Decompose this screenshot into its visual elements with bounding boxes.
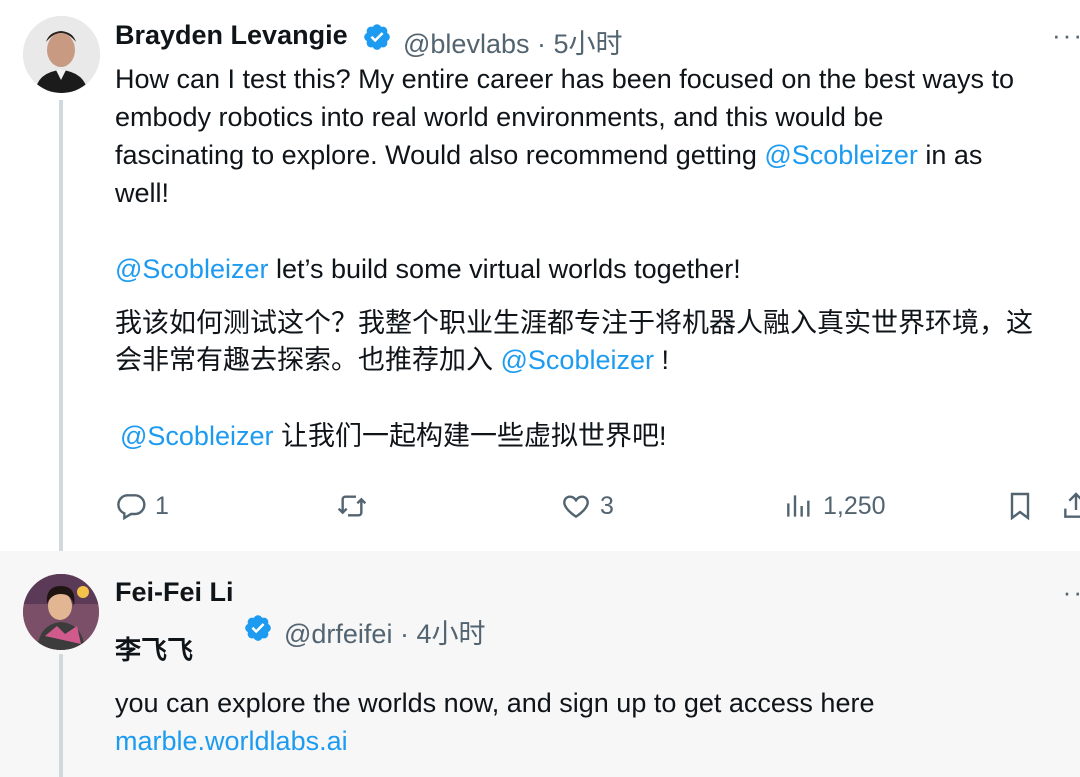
retweet-icon — [337, 495, 367, 517]
avatar[interactable] — [23, 16, 100, 93]
more-icon[interactable]: ··· — [1052, 20, 1080, 51]
tweet-feifei[interactable]: Fei-Fei Li 李飞飞 @drfeifei · 4小时 ·· you ca… — [0, 551, 1080, 777]
views-button[interactable]: 1,250 — [783, 490, 886, 522]
reply-button[interactable]: 1 — [115, 490, 169, 522]
translation-line: @Scobleizer 让我们一起构建一些虚拟世界吧! — [120, 421, 667, 451]
bookmark-icon — [1010, 492, 1030, 521]
external-link[interactable]: marble.worldlabs.ai — [115, 722, 348, 760]
mention-link[interactable]: @Scobleizer — [115, 254, 268, 284]
tweet-text-line: well! — [115, 178, 170, 208]
author-name-chinese[interactable]: 李飞飞 — [115, 630, 193, 667]
avatar[interactable] — [23, 574, 99, 650]
action-bar: 1 3 1,250 — [0, 490, 1080, 534]
handle[interactable]: @blevlabs — [403, 29, 529, 59]
retweet-button[interactable] — [336, 490, 376, 522]
more-icon[interactable]: ·· — [1063, 577, 1080, 608]
bookmark-button[interactable] — [1004, 490, 1036, 522]
mention-link[interactable]: @Scobleizer — [501, 345, 654, 375]
mention-link[interactable]: @Scobleizer — [764, 140, 917, 170]
tweet-text-line: How can I test this? My entire career ha… — [115, 64, 1014, 94]
view-count: 1,250 — [823, 491, 886, 520]
share-button[interactable] — [1060, 490, 1080, 522]
handle-time[interactable]: @drfeifei · 4小时 — [284, 612, 485, 651]
views-icon — [787, 495, 810, 517]
translation-line: 会非常有趣去探索。也推荐加入 @Scobleizer ! — [115, 345, 670, 375]
share-icon — [1064, 492, 1080, 518]
author-name[interactable]: Brayden Levangie — [115, 20, 348, 51]
verified-badge-icon — [245, 615, 271, 641]
thread-line — [59, 654, 63, 777]
like-count: 3 — [600, 491, 614, 520]
tweet-brayden[interactable]: Brayden Levangie @blevlabs · 5小时 ··· How… — [0, 0, 1080, 551]
reply-icon — [117, 494, 146, 521]
like-button[interactable]: 3 — [560, 490, 614, 522]
tweet-text-line: you can explore the worlds now, and sign… — [115, 688, 875, 718]
reply-count: 1 — [155, 491, 169, 520]
timestamp[interactable]: 4小时 — [416, 619, 485, 649]
author-name[interactable]: Fei-Fei Li — [115, 577, 234, 608]
tweet-text-line: fascinating to explore. Would also recom… — [115, 140, 983, 170]
tweet-text-line: embody robotics into real world environm… — [115, 102, 884, 132]
thread-line — [59, 100, 63, 551]
verified-badge-icon — [364, 24, 390, 50]
handle-time[interactable]: @blevlabs · 5小时 — [403, 22, 623, 61]
tweet-text-line: @Scobleizer let’s build some virtual wor… — [115, 254, 741, 284]
timestamp[interactable]: 5小时 — [553, 29, 622, 59]
translation-line: 我该如何测试这个？我整个职业生涯都专注于将机器人融入真实世界环境，这 — [115, 308, 1033, 338]
like-icon — [563, 495, 589, 519]
mention-link[interactable]: @Scobleizer — [120, 421, 273, 451]
handle[interactable]: @drfeifei — [284, 619, 392, 649]
